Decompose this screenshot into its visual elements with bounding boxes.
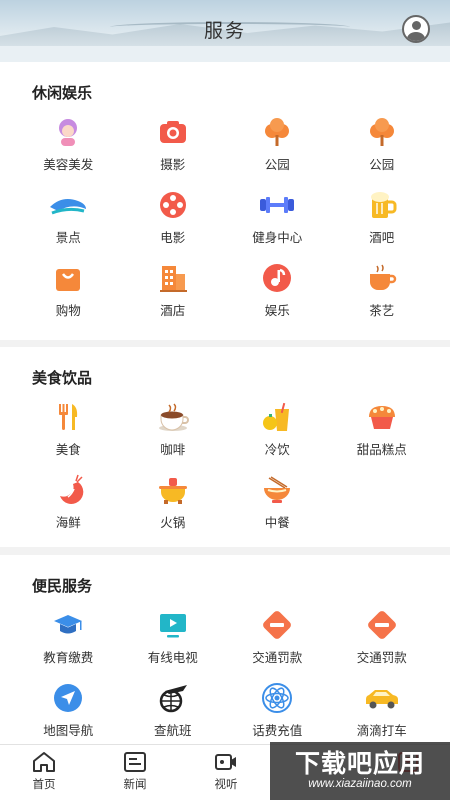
music-note-icon [261, 262, 293, 294]
coffee-cup-icon [157, 401, 189, 433]
cupcake-icon [366, 401, 398, 433]
service-item-hotel[interactable]: 酒店 [121, 260, 226, 333]
service-item-flight-check[interactable]: 查航班 [121, 680, 226, 753]
service-item-hotpot[interactable]: 火锅 [121, 472, 226, 545]
dumbbell-icon [260, 189, 295, 221]
service-item-scenic[interactable]: 景点 [16, 187, 121, 260]
beauty-salon-icon [52, 116, 84, 148]
service-item-bar[interactable]: 酒吧 [330, 187, 435, 260]
service-item-seafood[interactable]: 海鲜 [16, 472, 121, 545]
service-item-fitness[interactable]: 健身中心 [225, 187, 330, 260]
section-title: 美食饮品 [32, 369, 93, 387]
service-item-park[interactable]: 公园 [225, 114, 330, 187]
hotpot-icon [157, 474, 189, 506]
service-item-traffic-fine[interactable]: 交通罚款 [330, 607, 435, 680]
section-title: 休闲娱乐 [32, 84, 93, 102]
atom-phone-icon [261, 682, 293, 714]
watermark-logo: 下载吧应用 www.xiazaiinao.com [270, 742, 450, 800]
car-icon [365, 682, 398, 714]
service-item-traffic-fine[interactable]: 交通罚款 [225, 607, 330, 680]
tab-video[interactable]: 视听 [196, 751, 256, 792]
news-icon [123, 751, 147, 773]
camera-icon [157, 116, 189, 148]
tv-icon [157, 609, 189, 641]
no-entry-icon [261, 609, 293, 641]
shrimp-icon [52, 474, 84, 506]
service-item-cable-tv[interactable]: 有线电视 [121, 607, 226, 680]
page-header: 服务 [0, 0, 450, 62]
service-item-education-fee[interactable]: 教育缴费 [16, 607, 121, 680]
service-item-shopping[interactable]: 购物 [16, 260, 121, 333]
service-grid: 美食 咖啡 冷饮 甜品糕点 海鲜 火锅 中餐 [16, 399, 434, 545]
page-title: 服务 [203, 20, 246, 42]
service-item-coffee[interactable]: 咖啡 [121, 399, 226, 472]
tab-news[interactable]: 新闻 [105, 751, 165, 792]
service-item-cold-drink[interactable]: 冷饮 [225, 399, 330, 472]
plane-globe-icon [157, 682, 189, 714]
service-item-tea[interactable]: 茶艺 [330, 260, 435, 333]
shopping-bag-icon [52, 262, 84, 294]
navigation-arrow-icon [52, 682, 84, 714]
service-item-park[interactable]: 公园 [330, 114, 435, 187]
section-food: 美食饮品 美食 咖啡 冷饮 甜品糕点 海鲜 火锅 中餐 [0, 347, 450, 547]
noodle-bowl-icon [261, 474, 293, 506]
tea-cup-icon [366, 262, 398, 294]
service-item-map-navigation[interactable]: 地图导航 [16, 680, 121, 753]
video-icon [214, 751, 238, 773]
section-convenience: 便民服务 教育缴费 有线电视 交通罚款 交通罚款 地图导航 查航班 话费充值 滴… [0, 555, 450, 745]
park-tree-icon [366, 116, 398, 148]
header-background-water [0, 46, 450, 62]
cold-drink-icon [261, 401, 293, 433]
park-tree-icon [261, 116, 293, 148]
tab-home[interactable]: 首页 [14, 751, 74, 792]
beer-mug-icon [366, 189, 398, 221]
avatar-icon[interactable] [402, 15, 430, 43]
service-grid: 教育缴费 有线电视 交通罚款 交通罚款 地图导航 查航班 话费充值 滴滴打车 [16, 607, 434, 753]
graduation-cap-icon [52, 609, 84, 641]
hotel-building-icon [157, 262, 189, 294]
service-item-food[interactable]: 美食 [16, 399, 121, 472]
no-entry-icon [366, 609, 398, 641]
service-item-photo[interactable]: 摄影 [121, 114, 226, 187]
film-reel-icon [157, 189, 189, 221]
service-item-entertainment[interactable]: 娱乐 [225, 260, 330, 333]
service-item-beauty[interactable]: 美容美发 [16, 114, 121, 187]
section-leisure: 休闲娱乐 美容美发 摄影 公园 公园 景点 电影 健身中心 酒吧 购物 酒店 娱… [0, 62, 450, 340]
fork-knife-icon [52, 401, 84, 433]
service-item-movie[interactable]: 电影 [121, 187, 226, 260]
watermark-url: www.xiazaiinao.com [308, 778, 412, 790]
service-item-dessert[interactable]: 甜品糕点 [330, 399, 435, 472]
section-title: 便民服务 [32, 577, 93, 595]
service-grid: 美容美发 摄影 公园 公园 景点 电影 健身中心 酒吧 购物 酒店 娱乐 茶艺 [16, 114, 434, 333]
service-item-chinese-food[interactable]: 中餐 [225, 472, 330, 545]
home-icon [32, 751, 56, 773]
watermark-text: 下载吧应用 [294, 749, 425, 778]
scenic-wave-icon [50, 189, 87, 221]
